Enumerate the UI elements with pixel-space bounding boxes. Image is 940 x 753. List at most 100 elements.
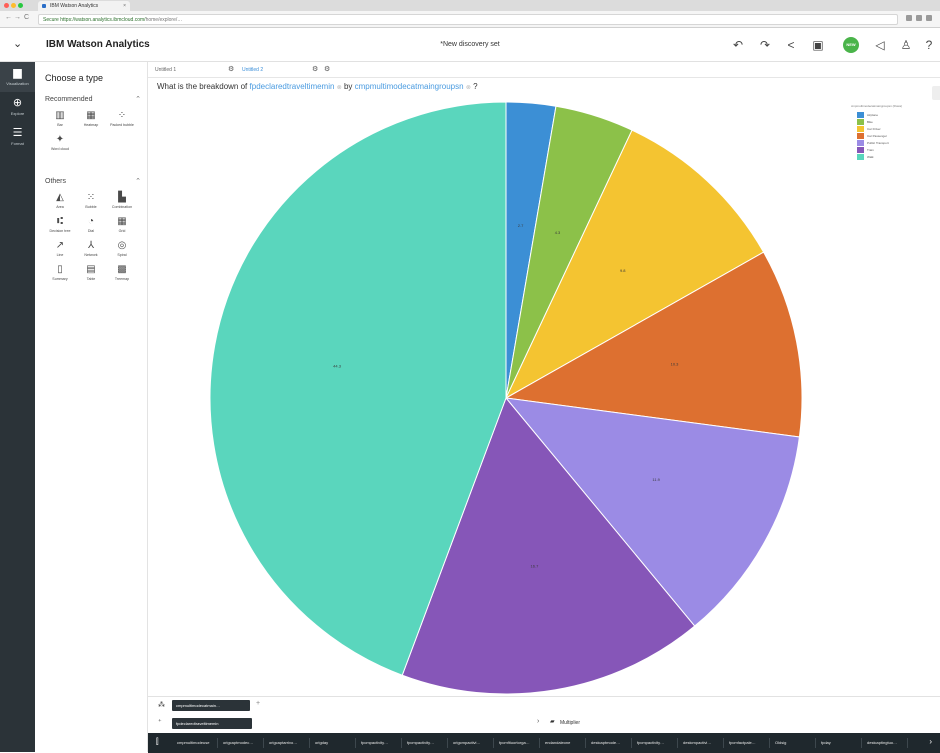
column-item[interactable]: fpcmpactivity… [358, 738, 402, 748]
legend-item[interactable]: Train [851, 146, 931, 153]
undo-icon[interactable]: ↶ [730, 37, 746, 53]
close-tab-icon[interactable]: × [123, 1, 126, 11]
column-item[interactable]: fpday [818, 738, 862, 748]
columns-pill[interactable]: cmpmultimodecatmain… [172, 700, 250, 711]
multiplier-label[interactable]: Multiplier [560, 720, 580, 726]
chart-type-bubble[interactable]: ⁙ Bubble [78, 192, 104, 218]
question-suffix: ? [473, 82, 478, 91]
chart-type-label: Bubble [85, 205, 97, 209]
expand-arrow-icon[interactable]: › [537, 718, 539, 725]
minimize-window-button[interactable] [11, 3, 16, 8]
reload-icon[interactable]: C [24, 14, 29, 21]
legend-item[interactable]: Walk [851, 153, 931, 160]
rail-item-format[interactable]: ☰ Format [0, 122, 35, 152]
share-icon[interactable]: < [783, 37, 799, 53]
browser-tab[interactable]: IBM Watson Analytics × [38, 1, 130, 11]
column-item[interactable]: origcaptmodec… [220, 738, 264, 748]
legend-item[interactable]: Airplane [851, 111, 931, 118]
question-token-dimension[interactable]: cmpmultimodecatmaingroupsn [355, 82, 464, 91]
announce-icon[interactable]: ◁ [872, 37, 888, 53]
chart-type-line[interactable]: ↗ Line [47, 240, 73, 266]
tab-settings-gear-icon[interactable]: ⚙ [312, 65, 318, 73]
chart-type-grid[interactable]: ▦ Grid [109, 216, 135, 242]
add-column-icon[interactable]: + [256, 700, 260, 707]
tab-untitled-2[interactable]: Untitled 2 [238, 65, 263, 76]
url-field[interactable]: Secure https://watson.analytics.ibmcloud… [38, 14, 898, 25]
column-item[interactable]: endandaleone [542, 738, 586, 748]
chart-type-network[interactable]: ⅄ Network [78, 240, 104, 266]
chart-type-heatmap[interactable]: ▦ Heatmap [78, 110, 104, 136]
chart-type-panel: Choose a type Recommended ⌃ ▥ Bar ▦ Heatmap… [35, 62, 148, 752]
url-text: https://watson.analytics.ibmcloud.com/ [60, 17, 146, 23]
explore-icon: ⊕ [12, 97, 23, 109]
column-item[interactable]: fpcmpactivity… [404, 738, 448, 748]
maximize-window-button[interactable] [18, 3, 23, 8]
legend-item[interactable]: Public Transport [851, 139, 931, 146]
legend-item[interactable]: Car Driver [851, 125, 931, 132]
chart-type-label: Area [56, 205, 64, 209]
user-icon[interactable]: ♙ [898, 37, 914, 53]
question-token-measure[interactable]: fpdeclaredtraveltimemin [250, 82, 335, 91]
chart-type-word-cloud[interactable]: ✦ Word cloud [47, 134, 73, 160]
tab-untitled-1[interactable]: Untitled 1 [151, 65, 176, 76]
back-icon[interactable]: ← [5, 14, 12, 21]
collapse-recommended-icon[interactable]: ⌃ [135, 95, 141, 103]
help-icon[interactable]: ? [921, 37, 937, 53]
tab-settings-gear-icon[interactable]: ⚙ [228, 65, 234, 73]
remove-token-icon[interactable]: ⊗ [337, 85, 342, 91]
column-item[interactable]: fpcmfituortorga… [496, 738, 540, 748]
column-item[interactable]: origcaptarrivo… [266, 738, 310, 748]
chart-type-dial[interactable]: ◔ Dial [78, 216, 104, 242]
chart-type-label: Summary [52, 277, 68, 281]
bookmark-icon[interactable] [906, 15, 912, 21]
legend-item[interactable]: Bike [851, 118, 931, 125]
chart-type-area[interactable]: ◭ Area [47, 192, 73, 218]
question-text: What is the breakdown of fpdeclaredtrave… [157, 82, 478, 91]
legend-label: Walk [867, 155, 874, 159]
close-window-button[interactable] [4, 3, 9, 8]
chart-type-treemap[interactable]: ▩ Treemap [109, 264, 135, 290]
column-item[interactable]: cmpmultimodeuse [174, 738, 218, 748]
scroll-right-icon[interactable]: › [929, 737, 932, 746]
legend-item[interactable]: Car Passenger [851, 132, 931, 139]
slice-value-label: 4.3 [555, 230, 561, 235]
pie-chart: 2.7 4.3 9.8 10.3 11.9 16.7 44.3 [209, 101, 803, 695]
column-item[interactable]: origday [312, 738, 356, 748]
chart-type-spiral[interactable]: ◎ Spiral [109, 240, 135, 266]
browser-menu-icon[interactable] [926, 15, 932, 21]
collapse-panel-handle[interactable] [932, 86, 940, 100]
column-item[interactable]: origcmpactivi… [450, 738, 494, 748]
add-tab-icon[interactable]: ⚙ [324, 65, 330, 73]
collapse-others-icon[interactable]: ⌃ [135, 177, 141, 185]
extension-icon[interactable] [916, 15, 922, 21]
chart-type-label: Dial [87, 229, 95, 233]
size-pill[interactable]: fpdeclaredtraveltimemin [172, 718, 252, 729]
rail-item-visualization[interactable]: ▆ Visualization [0, 62, 35, 92]
legend-swatch [857, 154, 864, 160]
chart-type-packed-bubble[interactable]: ⁘ Packed bubble [109, 110, 135, 136]
redo-icon[interactable]: ↷ [757, 37, 773, 53]
left-rail: ▆ Visualization ⊕ Explore ☰ Format [0, 62, 35, 752]
menu-chevron-icon[interactable]: ⌄ [13, 37, 22, 50]
view-dropdown-icon[interactable]: ▣ [810, 37, 826, 53]
column-item[interactable]: fpcmpactivity… [634, 738, 678, 748]
forward-icon[interactable]: → [14, 14, 21, 21]
chart-type-summary[interactable]: ▯ Summary [47, 264, 73, 290]
summary-chart-icon: ▯ [57, 264, 63, 275]
new-badge[interactable]: NEW [843, 37, 859, 53]
column-item[interactable]: destcaptingtuo… [864, 738, 908, 748]
chart-type-decision-tree[interactable]: ⑆ Decision tree [47, 216, 73, 242]
column-item[interactable]: destcaptmode… [588, 738, 632, 748]
chart-type-combination[interactable]: ▙ Combination [109, 192, 135, 218]
column-item[interactable]: Oldsig [772, 738, 816, 748]
column-item[interactable]: destcmpactivi… [680, 738, 724, 748]
chart-type-table[interactable]: ▤ Table [78, 264, 104, 290]
chart-type-bar[interactable]: ▥ Bar [47, 110, 73, 136]
chart-type-label: Spiral [117, 253, 127, 257]
data-columns-icon[interactable]: ⫿ [156, 737, 159, 747]
chart-type-label: Network [84, 253, 98, 257]
rail-item-explore[interactable]: ⊕ Explore [0, 92, 35, 122]
slice-value-label: 44.3 [333, 363, 342, 368]
remove-token-icon[interactable]: ⊗ [466, 85, 471, 91]
column-item[interactable]: fpcmfactpale… [726, 738, 770, 748]
